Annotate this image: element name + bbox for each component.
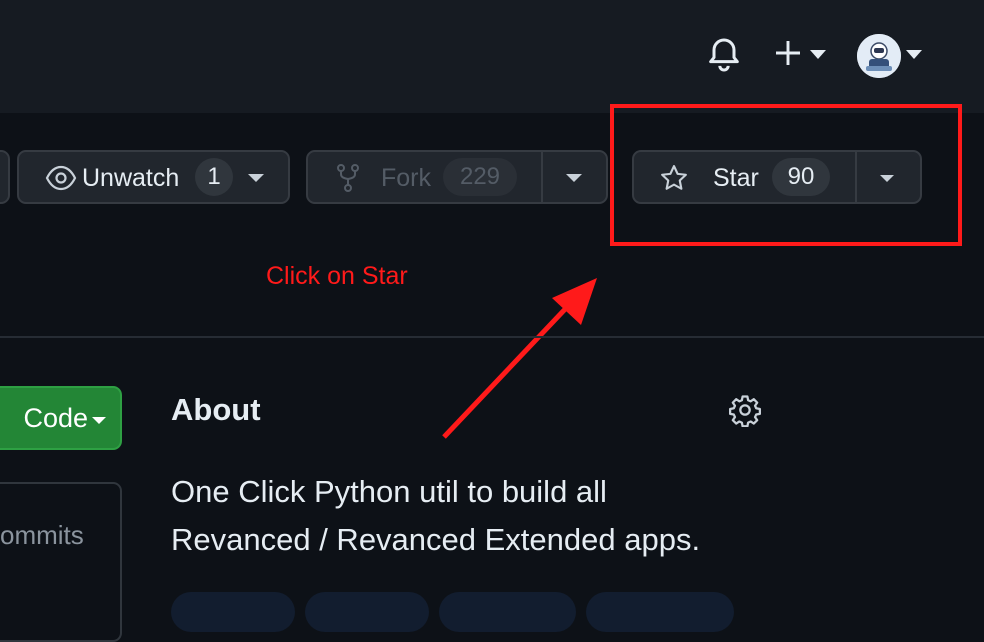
topic-tag[interactable] <box>305 592 429 632</box>
chevron-down-icon[interactable] <box>248 174 264 182</box>
about-description-line: Revanced / Revanced Extended apps. <box>171 522 701 557</box>
fork-divider <box>541 152 543 202</box>
topic-tag[interactable] <box>439 592 576 632</box>
chevron-down-icon[interactable] <box>566 174 582 182</box>
fork-button[interactable]: Fork 229 <box>306 150 608 204</box>
annotation-text: Click on Star <box>266 262 408 290</box>
gear-icon[interactable] <box>728 393 762 427</box>
about-description-line: One Click Python util to build all <box>171 474 607 509</box>
chevron-down-icon[interactable] <box>906 50 922 60</box>
about-description: One Click Python util to build all Revan… <box>171 468 791 564</box>
eye-icon <box>45 165 77 191</box>
unwatch-label: Unwatch <box>82 164 180 192</box>
annotation-highlight-box <box>610 104 962 246</box>
plus-icon[interactable] <box>772 37 804 69</box>
fork-label: Fork <box>381 164 431 192</box>
chevron-down-icon[interactable] <box>810 50 826 60</box>
code-label: Code <box>23 402 88 433</box>
chevron-down-icon <box>92 417 106 424</box>
avatar[interactable] <box>857 34 901 78</box>
code-button[interactable]: Code <box>0 386 122 450</box>
unwatch-button[interactable]: Unwatch 1 <box>17 150 290 204</box>
commits-link[interactable]: ommits <box>0 520 84 551</box>
bell-icon[interactable] <box>704 35 744 75</box>
commits-panel <box>0 482 122 642</box>
global-header <box>0 0 984 113</box>
about-heading: About <box>171 392 261 427</box>
topic-tag[interactable] <box>171 592 295 632</box>
forks-count: 229 <box>443 158 517 196</box>
avatar-image-icon <box>857 34 901 78</box>
pin-button-edge[interactable] <box>0 150 10 204</box>
topic-tag[interactable] <box>586 592 734 632</box>
section-divider <box>0 336 984 338</box>
watchers-count: 1 <box>195 158 233 196</box>
fork-icon <box>337 164 359 192</box>
